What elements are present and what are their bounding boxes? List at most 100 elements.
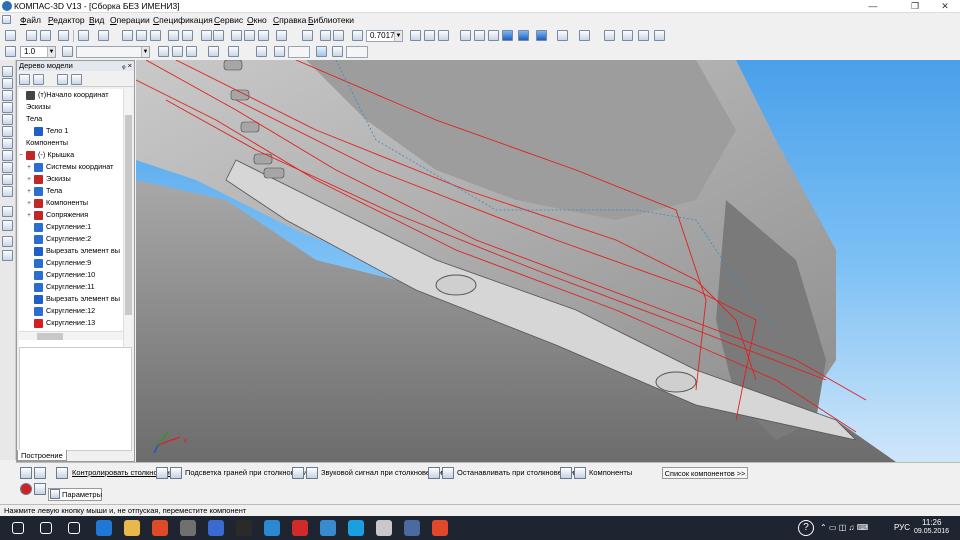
library-icon[interactable]	[2, 250, 13, 261]
collision-option-label[interactable]: Звуковой сигнал при столкновении	[321, 467, 443, 479]
calc-icon[interactable]	[180, 520, 196, 536]
highlight-faces-icon[interactable]	[156, 467, 168, 479]
dim-icon[interactable]	[256, 46, 267, 57]
mail-icon[interactable]	[320, 520, 336, 536]
tree-split-icon[interactable]	[57, 74, 68, 85]
tree-item[interactable]: Тело 1	[27, 125, 68, 137]
tree-item[interactable]: Тела	[19, 113, 42, 125]
measure-diag-icon[interactable]	[2, 138, 13, 149]
coord-x-icon[interactable]	[274, 46, 285, 57]
tree-view-icon[interactable]	[19, 74, 30, 85]
components-filter-icon[interactable]	[560, 467, 572, 479]
grid-toggle-icon[interactable]	[228, 46, 239, 57]
menu-operations[interactable]: Операции	[110, 15, 150, 25]
rotate-icon[interactable]	[424, 30, 435, 41]
menu-libraries[interactable]: Библиотеки	[308, 15, 354, 25]
explorer-icon[interactable]	[124, 520, 140, 536]
store-icon[interactable]	[208, 520, 224, 536]
chevron-down-icon[interactable]: ▼	[47, 47, 55, 57]
properties-icon[interactable]	[98, 30, 109, 41]
spec-icon[interactable]	[2, 162, 13, 173]
collision-toggle-icon[interactable]	[316, 46, 327, 57]
hidden-lines-icon[interactable]	[474, 30, 485, 41]
collision-control-icon[interactable]	[56, 467, 68, 479]
tab-parameters[interactable]: Параметры	[48, 488, 102, 501]
menu-specification[interactable]: Спецификация	[153, 15, 213, 25]
coord-y-icon[interactable]	[332, 46, 343, 57]
media-icon[interactable]	[376, 520, 392, 536]
shaded-edges-icon[interactable]	[518, 30, 529, 41]
close-button[interactable]: ✕	[932, 0, 958, 13]
calendar-icon[interactable]	[244, 30, 255, 41]
tree-item[interactable]: + Тела	[27, 185, 62, 197]
tree-item[interactable]: Компоненты	[19, 137, 68, 149]
clock-date[interactable]: 09.05.2016	[914, 528, 949, 535]
format-painter-icon[interactable]	[168, 30, 179, 41]
scroll-thumb[interactable]	[125, 115, 132, 315]
redo-icon[interactable]	[213, 30, 224, 41]
variables-fx-icon[interactable]	[258, 30, 269, 41]
coord-x-field[interactable]	[288, 46, 310, 58]
elements-icon[interactable]	[2, 186, 13, 197]
thin-lines-icon[interactable]	[488, 30, 499, 41]
zoom-scale-icon[interactable]	[352, 30, 363, 41]
construct-icon[interactable]	[158, 46, 169, 57]
windows-start-icon[interactable]	[12, 522, 24, 534]
kompas-icon[interactable]	[404, 520, 420, 536]
shaded-icon[interactable]	[502, 30, 513, 41]
clear-icon[interactable]	[182, 30, 193, 41]
tree-item[interactable]: − (-) Крышка	[19, 149, 74, 161]
task-view-icon[interactable]	[68, 522, 80, 534]
pin-icon[interactable]	[20, 467, 32, 479]
cut-icon[interactable]	[122, 30, 133, 41]
pipeline-icon[interactable]	[2, 220, 13, 231]
tree-filter-icon[interactable]	[71, 74, 82, 85]
measure-icon[interactable]	[654, 30, 665, 41]
local-cs-icon[interactable]	[186, 46, 197, 57]
tree-item[interactable]: Скругление:1	[27, 221, 91, 233]
filter-icon[interactable]	[557, 30, 568, 41]
tree-vertical-scrollbar[interactable]	[123, 89, 132, 357]
help-pointer-icon[interactable]	[276, 30, 287, 41]
wireframe-icon[interactable]	[460, 30, 471, 41]
reports-icon[interactable]	[2, 174, 13, 185]
chrome-icon[interactable]	[152, 520, 168, 536]
menu-window[interactable]: Окно	[247, 15, 267, 25]
panel-controls[interactable]: ᵩ ×	[122, 61, 132, 71]
pan-icon[interactable]	[410, 30, 421, 41]
aux-geometry-icon[interactable]	[2, 114, 13, 125]
minimize-button[interactable]: —	[860, 0, 886, 13]
layer-state-icon[interactable]	[62, 46, 73, 57]
tree-item[interactable]: + Сопряжения	[27, 209, 88, 221]
preview-icon[interactable]	[78, 30, 89, 41]
menu-service[interactable]: Сервис	[214, 15, 243, 25]
coord-y-field[interactable]	[346, 46, 368, 58]
scroll-thumb[interactable]	[37, 333, 63, 340]
clock-time[interactable]: 11:26	[922, 518, 941, 527]
print-icon[interactable]	[58, 30, 69, 41]
tree-horizontal-scrollbar[interactable]	[19, 331, 123, 340]
clip-icon[interactable]	[34, 467, 46, 479]
tree-item[interactable]: Скругление:2	[27, 233, 91, 245]
stop-icon[interactable]	[20, 483, 32, 495]
reset-icon[interactable]	[604, 30, 615, 41]
menu-help[interactable]: Справка	[273, 15, 306, 25]
snap-icon[interactable]	[579, 30, 590, 41]
tree-item[interactable]: Скругление:9	[27, 257, 91, 269]
tree-item[interactable]: (т)Начало координат	[19, 89, 109, 101]
tree-item[interactable]: Скругление:10	[27, 269, 95, 281]
component-list-button[interactable]: Список компонентов >>	[662, 467, 748, 479]
sound-signal-icon[interactable]	[292, 467, 304, 479]
skype-icon[interactable]	[348, 520, 364, 536]
collision-option-label[interactable]: Компоненты	[589, 467, 632, 479]
step-combo[interactable]: 1.0 ▼	[20, 46, 56, 58]
arrays-icon[interactable]	[2, 102, 13, 113]
tree-item[interactable]: Эскизы	[19, 101, 51, 113]
step-cursor-icon[interactable]	[5, 46, 16, 57]
orientation-icon[interactable]	[438, 30, 449, 41]
layers-icon[interactable]	[638, 30, 649, 41]
open-icon[interactable]	[26, 30, 37, 41]
layer-combo[interactable]: ▼	[76, 46, 150, 58]
ortho-icon[interactable]	[208, 46, 219, 57]
chevron-down-icon[interactable]: ▼	[141, 47, 149, 57]
